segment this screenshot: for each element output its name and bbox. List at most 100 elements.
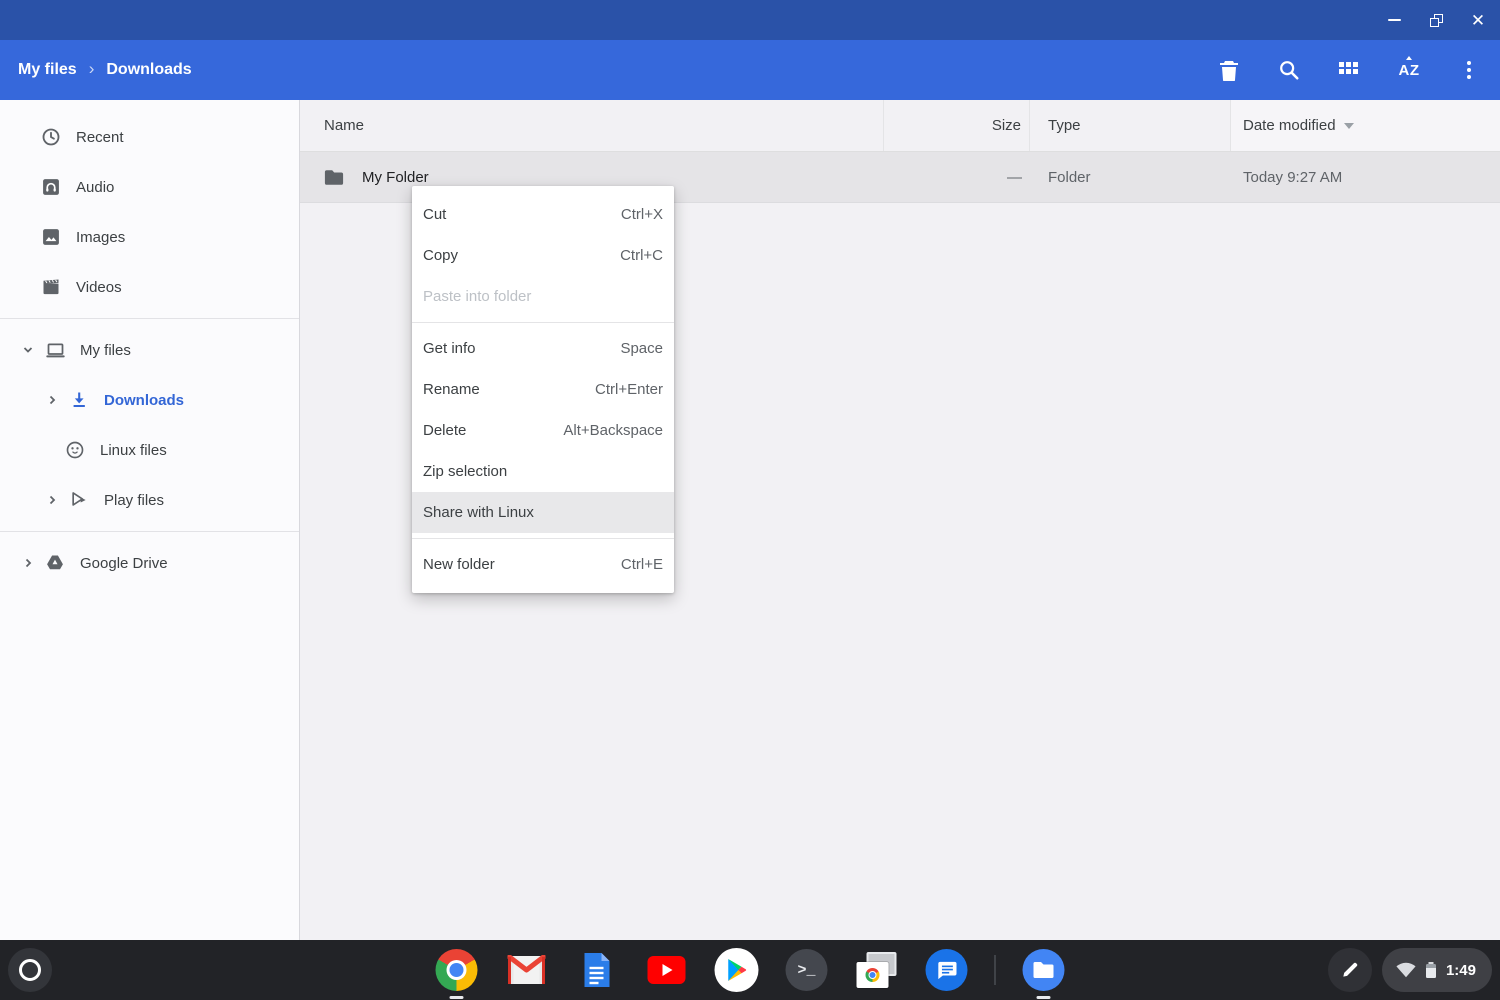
sidebar-item-label: Google Drive <box>80 555 168 572</box>
shortcut-label: Ctrl+X <box>621 206 663 223</box>
files-app-icon <box>1023 949 1065 991</box>
sidebar-item-label: Downloads <box>104 392 184 409</box>
sidebar-item-recent[interactable]: Recent <box>0 112 299 162</box>
close-button[interactable]: ✕ <box>1470 12 1486 28</box>
column-header-type[interactable]: Type <box>1030 100 1231 151</box>
chrome-remote-desktop-app-button[interactable] <box>855 948 899 992</box>
more-options-icon <box>1467 61 1471 79</box>
shortcut-label: Alt+Backspace <box>563 422 663 439</box>
shortcut-label: Space <box>620 340 663 357</box>
terminal-app-button[interactable]: >_ <box>785 948 829 992</box>
launcher-button[interactable] <box>8 948 52 992</box>
sidebar-item-linux-files[interactable]: Linux files <box>0 425 299 475</box>
shelf-separator <box>995 955 996 985</box>
file-list-header: Name Size Type Date modified <box>300 100 1500 152</box>
running-indicator <box>450 996 464 999</box>
breadcrumb-root[interactable]: My files <box>18 61 77 79</box>
sidebar-item-google-drive[interactable]: Google Drive <box>0 538 299 588</box>
shortcut-label: Ctrl+Enter <box>595 381 663 398</box>
stylus-icon <box>1340 960 1360 980</box>
chrome-remote-desktop-icon <box>857 952 897 988</box>
sidebar-item-downloads[interactable]: Downloads <box>0 375 299 425</box>
sidebar-item-label: Play files <box>104 492 164 509</box>
sidebar-item-label: Images <box>76 229 125 246</box>
column-header-name[interactable]: Name <box>300 100 884 151</box>
column-header-date-modified[interactable]: Date modified <box>1231 100 1500 151</box>
sidebar-item-images[interactable]: Images <box>0 212 299 262</box>
laptop-icon <box>44 339 66 361</box>
restore-button[interactable] <box>1428 12 1444 28</box>
sidebar-item-label: Videos <box>76 279 122 296</box>
sort-button[interactable]: AZ <box>1396 57 1422 83</box>
menu-item-paste-into-folder: Paste into folder <box>412 276 674 317</box>
menu-item-rename[interactable]: RenameCtrl+Enter <box>412 369 674 410</box>
menu-item-new-folder[interactable]: New folderCtrl+E <box>412 544 674 585</box>
breadcrumb-current[interactable]: Downloads <box>106 61 191 79</box>
gmail-app-button[interactable] <box>505 948 549 992</box>
terminal-icon: >_ <box>786 949 828 991</box>
docs-app-button[interactable] <box>575 948 619 992</box>
sidebar-item-audio[interactable]: Audio <box>0 162 299 212</box>
menu-item-share-with-linux[interactable]: Share with Linux <box>412 492 674 533</box>
column-header-size[interactable]: Size <box>884 100 1030 151</box>
videos-icon <box>40 276 62 298</box>
sidebar-item-play-files[interactable]: Play files <box>0 475 299 525</box>
menu-divider <box>412 538 674 539</box>
delete-button[interactable] <box>1216 57 1242 83</box>
sidebar-item-label: Recent <box>76 129 124 146</box>
grid-view-button[interactable] <box>1336 57 1362 83</box>
chevron-right-icon <box>42 494 62 506</box>
images-icon <box>40 226 62 248</box>
menu-item-zip-selection[interactable]: Zip selection <box>412 451 674 492</box>
file-type: Folder <box>1030 152 1231 202</box>
youtube-app-button[interactable] <box>645 948 689 992</box>
docs-icon <box>582 951 612 989</box>
download-icon <box>68 389 90 411</box>
menu-divider <box>412 322 674 323</box>
shelf: >_ <box>0 940 1500 1000</box>
chevron-right-icon <box>42 394 62 406</box>
app-body: Recent Audio Images Videos <box>0 100 1500 940</box>
menu-item-copy[interactable]: CopyCtrl+C <box>412 235 674 276</box>
audio-icon <box>40 176 62 198</box>
messages-app-button[interactable] <box>925 948 969 992</box>
app-toolbar: My files › Downloads AZ <box>0 40 1500 100</box>
close-icon: ✕ <box>1471 12 1485 29</box>
more-options-button[interactable] <box>1456 57 1482 83</box>
search-icon <box>1278 59 1300 81</box>
play-store-icon <box>726 958 748 982</box>
play-files-icon <box>68 489 90 511</box>
menu-item-cut[interactable]: CutCtrl+X <box>412 194 674 235</box>
search-button[interactable] <box>1276 57 1302 83</box>
launcher-icon <box>19 959 41 981</box>
file-size: — <box>884 152 1030 202</box>
running-indicator <box>1037 996 1051 999</box>
chevron-right-icon <box>18 557 38 569</box>
minimize-button[interactable] <box>1386 12 1402 28</box>
play-store-app-button[interactable] <box>715 948 759 992</box>
trash-icon <box>1219 59 1239 81</box>
chrome-icon <box>436 949 478 991</box>
sidebar-item-label: Linux files <box>100 442 167 459</box>
files-app-button[interactable] <box>1022 948 1066 992</box>
menu-item-get-info[interactable]: Get infoSpace <box>412 328 674 369</box>
sidebar-item-videos[interactable]: Videos <box>0 262 299 312</box>
context-menu: CutCtrl+X CopyCtrl+C Paste into folder G… <box>412 186 674 593</box>
stylus-button[interactable] <box>1328 948 1372 992</box>
file-name: My Folder <box>362 169 429 186</box>
status-tray-button[interactable]: 1:49 <box>1382 948 1492 992</box>
sort-az-icon: AZ <box>1399 62 1420 79</box>
sidebar-item-label: My files <box>80 342 131 359</box>
breadcrumb: My files › Downloads <box>18 60 192 80</box>
chrome-app-button[interactable] <box>435 948 479 992</box>
wifi-icon <box>1396 962 1416 978</box>
menu-item-delete[interactable]: DeleteAlt+Backspace <box>412 410 674 451</box>
google-drive-icon <box>44 552 66 574</box>
folder-icon <box>324 169 344 186</box>
clock-icon <box>40 126 62 148</box>
grid-view-icon <box>1339 60 1359 80</box>
gmail-icon <box>508 955 546 985</box>
sidebar-item-my-files[interactable]: My files <box>0 325 299 375</box>
shelf-apps: >_ <box>435 940 1066 1000</box>
shelf-status-area: 1:49 <box>1328 948 1492 992</box>
